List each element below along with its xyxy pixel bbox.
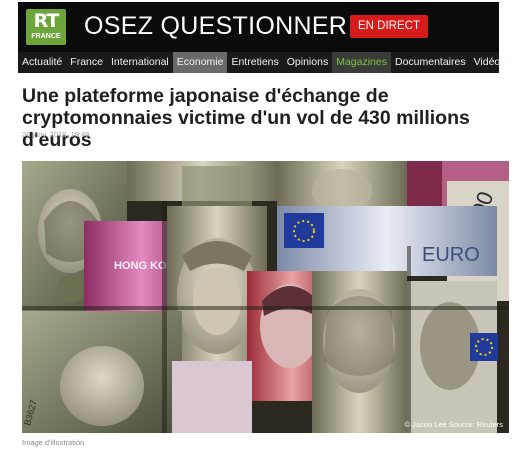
- site-header: RT FRANCE OSEZ QUESTIONNER EN DIRECT: [18, 2, 499, 52]
- article-title: Une plateforme japonaise d'échange de cr…: [22, 85, 470, 151]
- nav-item-documentaires[interactable]: Documentaires: [391, 52, 470, 73]
- nav-item-videos[interactable]: Vidéos: [470, 52, 510, 73]
- photo-credit: © Jason Lee Source: Reuters: [404, 420, 504, 429]
- nav-item-magazines[interactable]: Magazines: [332, 52, 391, 73]
- nav-item-economie[interactable]: Economie: [172, 52, 228, 73]
- nav-item-france[interactable]: France: [66, 52, 107, 73]
- article-date: 26 janv. 2018, 19:49: [22, 130, 90, 139]
- euro-word-text: EURO: [422, 244, 480, 266]
- photo-caption: Image d'illustration: [22, 438, 85, 447]
- nav-item-opinions[interactable]: Opinions: [283, 52, 332, 73]
- nav-item-international[interactable]: International: [107, 52, 173, 73]
- article-photo: 1000 823505 HONG KONG EURO B3627: [22, 161, 509, 433]
- live-button[interactable]: EN DIRECT: [350, 15, 428, 38]
- banknotes-illustration: 1000 823505 HONG KONG EURO B3627: [22, 161, 509, 433]
- nav-item-entretiens[interactable]: Entretiens: [227, 52, 282, 73]
- rt-france-logo[interactable]: RT FRANCE: [26, 9, 66, 45]
- site-slogan: OSEZ QUESTIONNER: [84, 12, 348, 40]
- nav-item-actualite[interactable]: Actualité: [18, 52, 66, 73]
- logo-text: RT: [33, 10, 60, 32]
- main-nav: Actualité France International Economie …: [18, 52, 506, 73]
- logo-subtext: FRANCE: [31, 33, 61, 40]
